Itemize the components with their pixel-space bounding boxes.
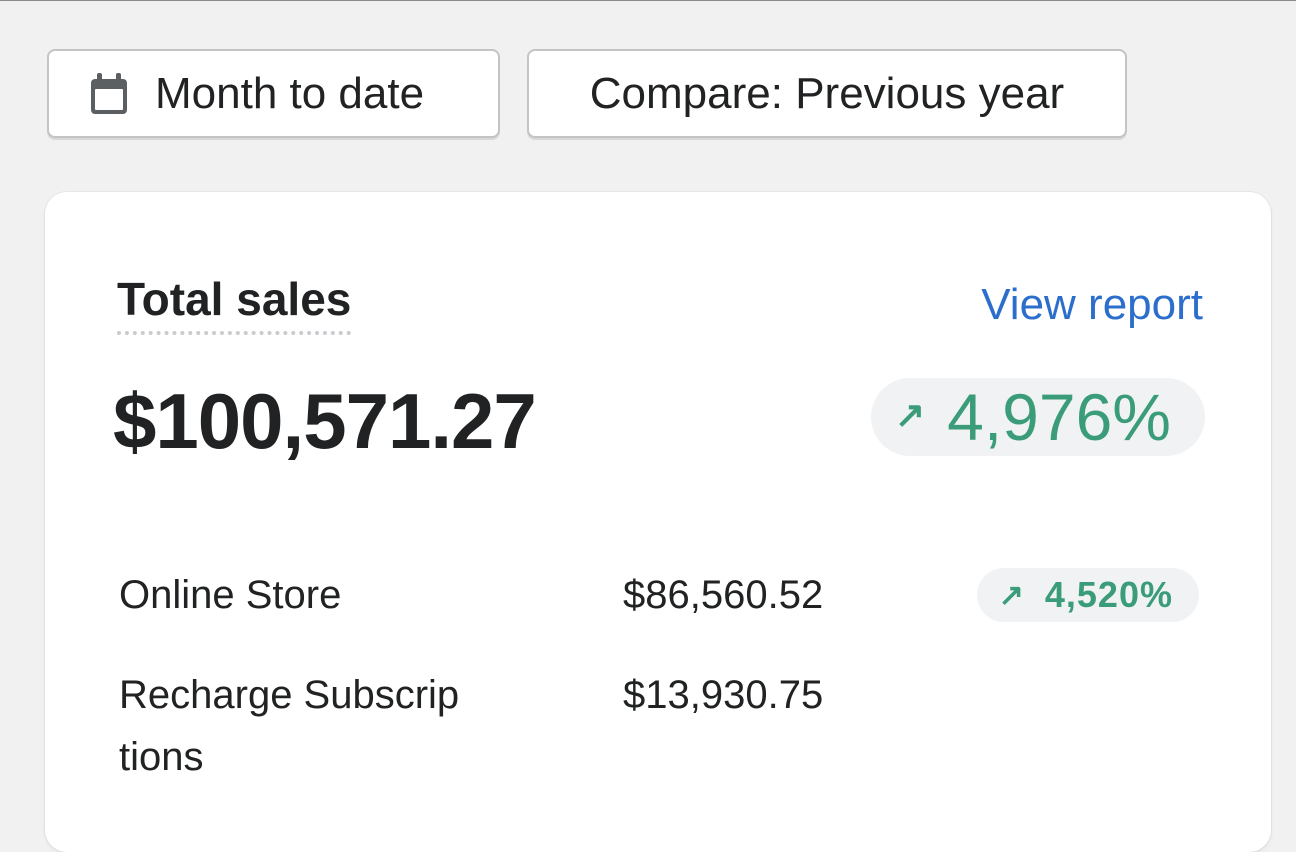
channel-change-badge: ↗ 4,520% [976, 568, 1199, 622]
channel-change-value: 4,520% [1044, 574, 1173, 615]
channel-label-online-store: Online Store [119, 573, 342, 617]
channel-value-online-store: $86,560.52 [623, 573, 824, 617]
top-divider [0, 0, 1296, 1]
date-range-button[interactable]: Month to date [47, 49, 500, 138]
channel-label-recharge-subscriptions: Recharge Subscrip tions [119, 673, 460, 779]
view-report-link[interactable]: View report [981, 280, 1203, 330]
compare-label: Compare: Previous year [589, 68, 1065, 118]
calendar-icon [85, 70, 133, 118]
total-sales-value: $100,571.27 [113, 377, 537, 465]
total-change-badge: ↗ 4,976% [870, 378, 1205, 456]
total-change-value: 4,976% [947, 380, 1171, 454]
arrow-up-right-icon: ↗ [998, 578, 1025, 612]
card-title[interactable]: Total sales [117, 274, 352, 335]
arrow-up-right-icon: ↗ [894, 394, 926, 435]
channel-value-recharge-subscriptions: $13,930.75 [623, 673, 824, 717]
total-sales-card: Total sales View report $100,571.27 ↗ 4,… [45, 192, 1271, 852]
date-range-label: Month to date [155, 68, 425, 118]
compare-button[interactable]: Compare: Previous year [527, 49, 1127, 138]
